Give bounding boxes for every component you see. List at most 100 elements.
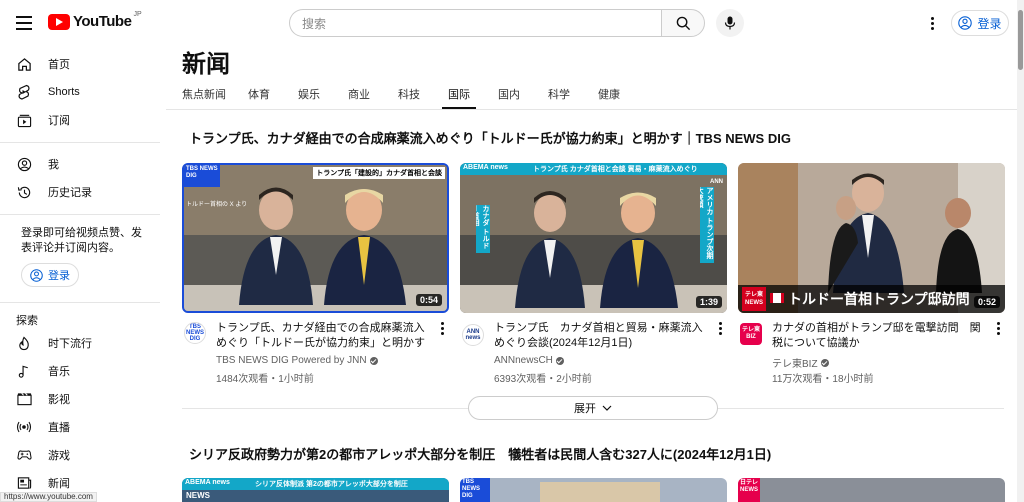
movies-icon	[16, 391, 32, 407]
sidebar-item-subscriptions[interactable]: 订阅	[0, 106, 160, 134]
tab-sports[interactable]: 体育	[248, 86, 270, 102]
sidebar-item-shorts[interactable]: Shorts	[0, 78, 160, 106]
signin-button[interactable]: 登录	[951, 10, 1009, 36]
duration-badge: 0:54	[415, 294, 442, 306]
sidebar-divider	[0, 142, 160, 143]
video-thumbnail[interactable]: 日テレ NEWS	[738, 478, 1005, 502]
chevron-down-icon	[602, 405, 612, 411]
verified-icon	[820, 358, 829, 367]
live-icon	[16, 419, 32, 435]
tabs-divider	[166, 109, 1020, 110]
news-icon	[16, 475, 32, 491]
history-icon	[16, 184, 32, 200]
section-title[interactable]: シリア反政府勢力が第2の都市アレッポ大部分を制圧 犠牲者は民間人含む327人に(…	[189, 444, 771, 463]
sidebar-item-gaming[interactable]: 游戏	[0, 441, 160, 469]
thumbnail-caption: トランプ氏 カナダ首相と会談 貿易・麻薬流入めぐり	[530, 163, 727, 175]
sidebar-signin-button[interactable]: 登录	[21, 263, 79, 287]
thumbnail-image	[184, 165, 447, 311]
tab-entertainment[interactable]: 娱乐	[298, 86, 320, 102]
avatar-text: TBS NEWS DIG	[186, 324, 204, 342]
video-thumbnail[interactable]: TBS NEWS DIG トランプ氏「建設的」カナダ首相と会談 トルドー首相の …	[182, 163, 449, 313]
channel-name[interactable]: テレ東BIZ	[772, 355, 829, 370]
channel-avatar[interactable]: TBS NEWS DIG	[184, 322, 206, 344]
search-input[interactable]: 搜索	[289, 9, 662, 37]
expand-button[interactable]: 展开	[468, 396, 718, 420]
page-title: 新闻	[182, 51, 230, 78]
menu-button[interactable]	[10, 9, 38, 37]
sidebar-item-label: 我	[48, 159, 59, 171]
channel-avatar[interactable]: テレ東 BIZ	[740, 323, 762, 345]
you-icon	[16, 156, 32, 172]
settings-more-button[interactable]	[924, 12, 940, 34]
thumbnail-corner-logo: ANN	[710, 179, 723, 185]
section-title[interactable]: トランプ氏、カナダ経由での合成麻薬流入めぐり「トルドー氏が協力約束」と明かす｜T…	[189, 128, 791, 147]
shorts-icon	[16, 84, 32, 100]
tab-top-stories[interactable]: 焦点新闻	[182, 86, 226, 102]
sidebar-item-label: 影视	[48, 394, 70, 406]
tab-business[interactable]: 商业	[348, 86, 370, 102]
sidebar-item-history[interactable]: 历史记录	[0, 178, 160, 206]
account-icon	[958, 16, 973, 30]
sidebar-item-home[interactable]: 首页	[0, 50, 160, 78]
video-title[interactable]: トランプ氏 カナダ首相と貿易・麻薬流入めぐり会談(2024年12月1日)	[494, 321, 706, 351]
tab-national[interactable]: 国内	[498, 86, 520, 102]
thumbnail-brand: TBS NEWS DIG	[460, 478, 490, 502]
sidebar-item-label: 首页	[48, 59, 70, 71]
sidebar-item-movies[interactable]: 影视	[0, 385, 160, 413]
video-thumbnail[interactable]: ABEMA news トランプ氏 カナダ首相と会談 貿易・麻薬流入めぐり カナダ…	[460, 163, 727, 313]
sidebar-item-label: 游戏	[48, 450, 70, 462]
thumbnail-brand: テレ東 NEWS	[742, 287, 766, 311]
thumbnail-image	[460, 163, 727, 313]
video-thumbnail[interactable]: TBS NEWS DIG	[460, 478, 727, 502]
sidebar-item-you[interactable]: 我	[0, 150, 160, 178]
video-title[interactable]: カナダの首相がトランプ邸を電撃訪問 関税について協議か	[772, 321, 984, 351]
thumbnail-subcaption: トルドー首相の X より	[186, 202, 248, 208]
thumbnail-label-left: カナダ トルドー首相	[476, 205, 490, 253]
avatar-text: ANN news	[465, 329, 481, 341]
video-title[interactable]: トランプ氏、カナダ経由での合成麻薬流入めぐり「トルドー氏が協力約束」と明かす｜T…	[216, 321, 428, 351]
channel-name[interactable]: ANNnewsCH	[494, 355, 564, 366]
tab-science[interactable]: 科学	[548, 86, 570, 102]
channel-name-text: TBS NEWS DIG Powered by JNN	[216, 355, 367, 366]
scrollbar-thumb[interactable]	[1018, 10, 1023, 70]
subscriptions-icon	[16, 112, 32, 128]
sidebar-item-label: 音乐	[48, 366, 70, 378]
video-meta: 11万次观看・18小时前	[772, 374, 874, 385]
logo-text: YouTube	[73, 13, 132, 30]
thumbnail-brand: TBS NEWS DIG	[184, 165, 220, 187]
sidebar-divider	[0, 302, 160, 303]
youtube-logo-icon	[48, 13, 70, 30]
search-button[interactable]	[661, 9, 705, 37]
expand-label: 展开	[574, 403, 596, 415]
thumbnail-caption: シリア反体制派 第2の都市アレッポ大部分を制圧	[252, 478, 449, 490]
thumbnail-caption: トルドー首相トランプ邸訪問	[788, 291, 970, 307]
scrollbar[interactable]	[1017, 0, 1024, 502]
video-menu-button[interactable]	[994, 322, 1002, 338]
status-bar-url: https://www.youtube.com	[0, 492, 97, 502]
verified-icon	[555, 356, 564, 365]
video-menu-button[interactable]	[716, 322, 724, 338]
tab-technology[interactable]: 科技	[398, 86, 420, 102]
channel-avatar[interactable]: ANN news	[462, 324, 484, 346]
sidebar-item-label: 新闻	[48, 478, 70, 490]
gaming-icon	[16, 447, 32, 463]
sidebar-item-label: 订阅	[48, 115, 70, 127]
sidebar-item-music[interactable]: 音乐	[0, 357, 160, 385]
voice-search-button[interactable]	[716, 9, 744, 37]
video-thumbnail[interactable]: テレ東 NEWS トルドー首相トランプ邸訪問 0:52	[738, 163, 1005, 313]
video-menu-button[interactable]	[438, 322, 446, 338]
thumbnail-label-right: アメリカ トランプ次期大統領	[700, 187, 714, 263]
sidebar-item-live[interactable]: 直播	[0, 413, 160, 441]
canada-flag-icon	[770, 293, 784, 303]
sidebar-item-trending[interactable]: 时下流行	[0, 329, 160, 357]
tab-health[interactable]: 健康	[598, 86, 620, 102]
sidebar-item-label: 时下流行	[48, 338, 92, 350]
search-icon	[676, 16, 690, 30]
sidebar-signin-label: 登录	[48, 270, 70, 282]
sidebar-item-label: Shorts	[48, 86, 80, 98]
youtube-logo[interactable]: YouTube JP	[48, 11, 142, 30]
tab-world[interactable]: 国际	[448, 86, 470, 102]
channel-name[interactable]: TBS NEWS DIG Powered by JNN	[216, 355, 378, 366]
video-thumbnail[interactable]: ABEMA news シリア反体制派 第2の都市アレッポ大部分を制圧 NEWS	[182, 478, 449, 502]
duration-badge: 0:52	[973, 296, 1000, 308]
